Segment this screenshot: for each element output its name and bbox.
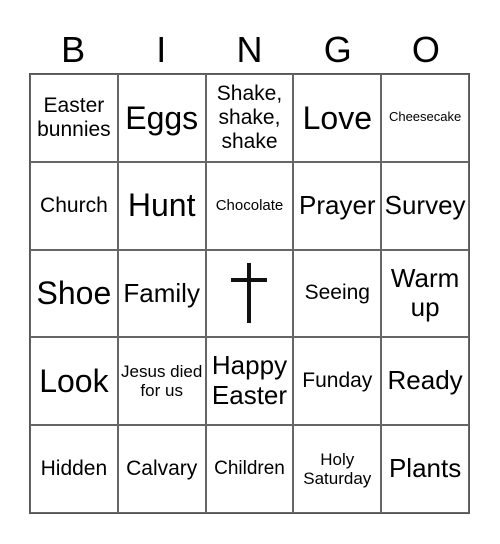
bingo-cell[interactable]: Hidden <box>30 425 118 513</box>
cell-text: Ready <box>387 365 463 396</box>
bingo-cell[interactable]: Seeing <box>293 249 382 338</box>
bingo-cell[interactable]: Children <box>205 425 294 513</box>
cross-icon <box>231 263 268 324</box>
cell-text: Seeing <box>304 281 370 305</box>
header-letter-b: B <box>61 29 86 70</box>
bingo-cell[interactable]: Prayer <box>293 161 382 250</box>
cell-text: Jesus died for us <box>121 361 203 401</box>
header-letter-i: I <box>156 29 167 70</box>
bingo-cell[interactable]: Jesus died for us <box>117 337 206 426</box>
bingo-cell[interactable]: Eggs <box>117 74 206 162</box>
bingo-cell[interactable]: Church <box>30 161 118 250</box>
cell-text: Easter bunnies <box>37 93 111 141</box>
bingo-cell[interactable]: Ready <box>381 337 469 426</box>
bingo-cell[interactable]: Cheesecake <box>381 74 469 162</box>
bingo-cell[interactable]: Shake, shake, shake <box>205 74 294 162</box>
cell-text: Calvary <box>126 457 198 481</box>
bingo-grid: Easter bunnies Eggs Shake, shake, shake Lov… <box>29 73 470 514</box>
bingo-cell[interactable]: Chocolate <box>205 161 294 250</box>
cell-text: Shoe <box>36 275 112 312</box>
cell-text: Prayer <box>299 189 376 220</box>
bingo-cell[interactable]: Happy Easter <box>205 337 294 426</box>
cell-text: Shake, shake, shake <box>216 81 283 153</box>
bingo-cell[interactable]: Funday <box>293 337 382 426</box>
bingo-cell[interactable]: Easter bunnies <box>30 74 118 162</box>
cell-text: Look <box>39 362 109 399</box>
cell-text: Chocolate <box>215 197 284 215</box>
header-letter-g: G <box>323 29 352 70</box>
cell-text: Holy Saturday <box>303 449 372 489</box>
cell-text: Survey <box>384 189 466 220</box>
bingo-cell[interactable]: Warm up <box>381 249 469 338</box>
bingo-cell[interactable]: Look <box>30 337 118 426</box>
cell-text: Funday <box>302 369 373 393</box>
bingo-cell[interactable]: Calvary <box>117 425 206 513</box>
bingo-cell-free[interactable] <box>205 249 294 338</box>
cell-text: Eggs <box>125 99 199 136</box>
bingo-cell[interactable]: Survey <box>381 161 469 250</box>
bingo-cell[interactable]: Love <box>293 74 382 162</box>
bingo-cell[interactable]: Hunt <box>117 161 206 250</box>
header-letter-n: N <box>236 29 263 70</box>
bingo-header: B I N G O <box>29 28 470 72</box>
cell-text: Family <box>123 277 200 308</box>
cell-text: Cheesecake <box>388 109 462 125</box>
bingo-cell[interactable]: Holy Saturday <box>293 425 382 513</box>
bingo-cell[interactable]: Family <box>117 249 206 338</box>
bingo-cell[interactable]: Shoe <box>30 249 118 338</box>
cell-text: Hidden <box>40 457 108 481</box>
cell-text: Happy Easter <box>211 350 288 411</box>
header-letter-o: O <box>411 29 440 70</box>
cell-text: Church <box>40 193 108 217</box>
cell-text: Hunt <box>127 187 196 224</box>
cell-text: Children <box>214 458 285 480</box>
cell-text: Warm up <box>390 262 460 323</box>
cell-text: Love <box>302 99 372 136</box>
bingo-cell[interactable]: Plants <box>381 425 469 513</box>
cell-text: Plants <box>388 453 462 484</box>
